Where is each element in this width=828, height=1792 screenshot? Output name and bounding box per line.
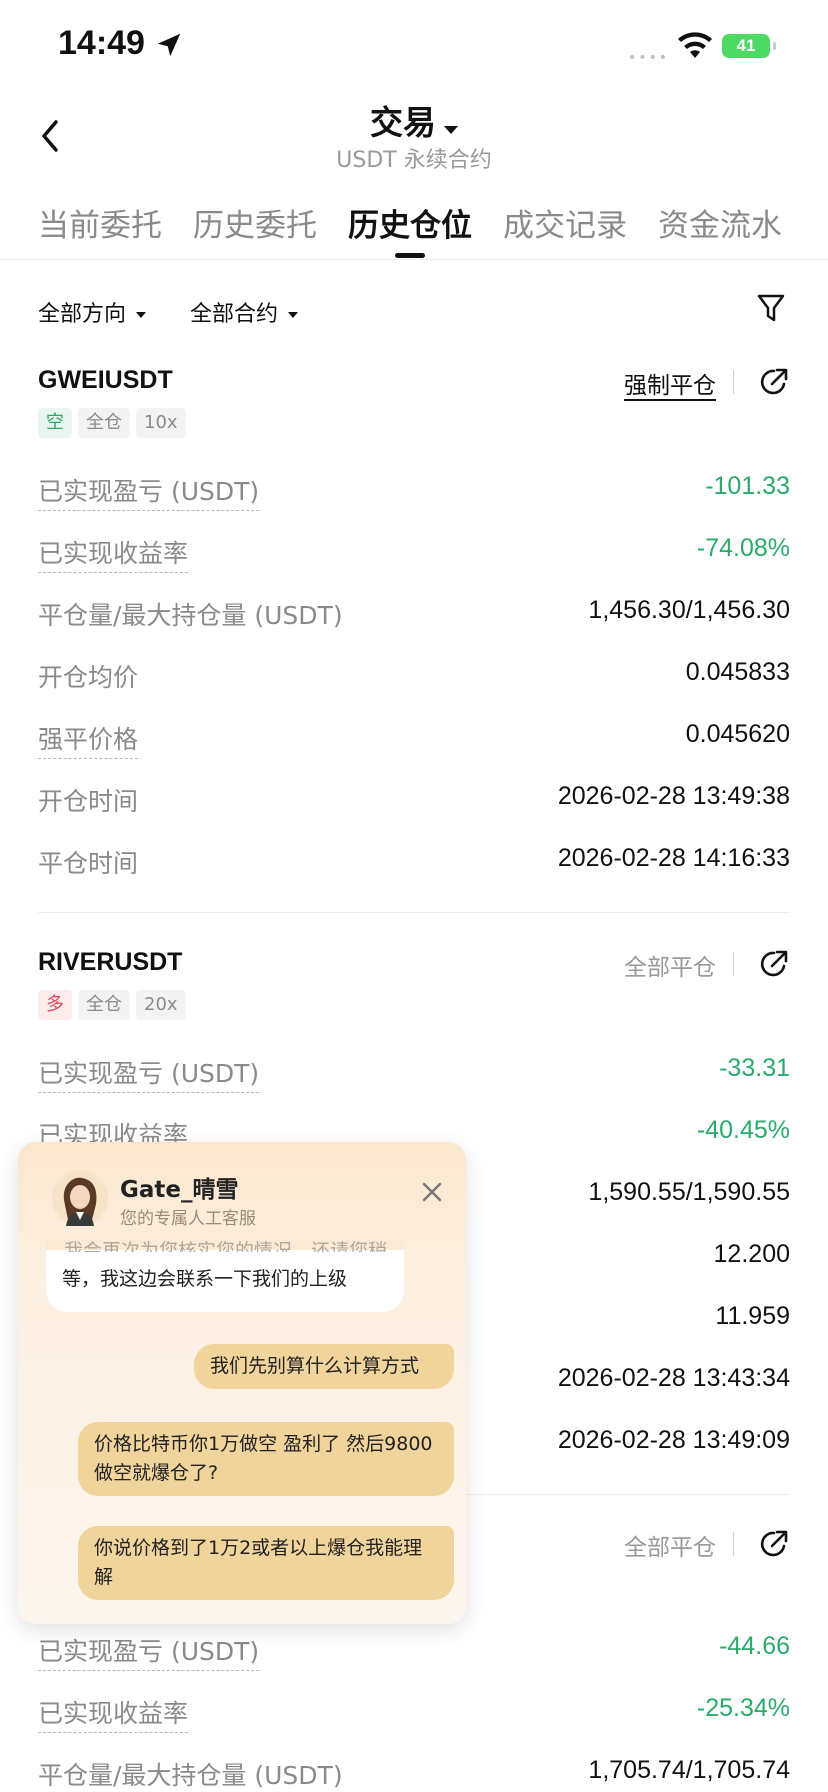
row-label[interactable]: 已实现盈亏 (USDT) bbox=[38, 1632, 260, 1671]
detail-row: 已实现盈亏 (USDT) -44.66 bbox=[0, 1632, 828, 1672]
tab-current-orders[interactable]: 当前委托 bbox=[38, 200, 162, 245]
position-symbol: RIVERUSDT bbox=[38, 948, 183, 976]
direction-filter-label: 全部方向 bbox=[38, 302, 127, 327]
tab-trade-records[interactable]: 成交记录 bbox=[503, 200, 627, 245]
status-time: 14:49 bbox=[58, 24, 145, 62]
detail-row: 已实现盈亏 (USDT) -101.33 bbox=[0, 472, 828, 512]
row-value: -101.33 bbox=[705, 472, 790, 500]
detail-row: 已实现盈亏 (USDT) -33.31 bbox=[0, 1054, 828, 1094]
side-tag: 多 bbox=[38, 990, 72, 1020]
row-label[interactable]: 已实现盈亏 (USDT) bbox=[38, 1054, 260, 1093]
battery-level: 41 bbox=[736, 36, 756, 55]
row-value: 2026-02-28 14:16:33 bbox=[557, 844, 790, 872]
separator bbox=[733, 370, 734, 394]
position-symbol: GWEIUSDT bbox=[38, 366, 173, 394]
row-label[interactable]: 已实现收益率 bbox=[38, 1694, 189, 1733]
row-value: -74.08% bbox=[696, 534, 790, 562]
row-label: 平仓时间 bbox=[38, 849, 139, 878]
active-tab-indicator bbox=[395, 253, 425, 258]
filter-funnel-icon[interactable] bbox=[756, 292, 786, 324]
user-message: 我们先别算什么计算方式 bbox=[194, 1344, 454, 1389]
user-message: 你说价格到了1万2或者以上爆仓我能理解 bbox=[78, 1526, 454, 1600]
wifi-icon bbox=[678, 32, 712, 58]
row-value: 1,456.30/1,456.30 bbox=[588, 596, 790, 624]
caret-down-icon bbox=[136, 312, 147, 318]
location-arrow-icon bbox=[157, 33, 181, 57]
user-message: 价格比特币你1万做空 盈利了 然后9800做空就爆仓了? bbox=[78, 1422, 454, 1496]
row-value: 12.200 bbox=[713, 1240, 790, 1268]
agent-avatar bbox=[52, 1170, 108, 1226]
row-value: -25.34% bbox=[696, 1694, 790, 1722]
row-value: 11.959 bbox=[715, 1302, 790, 1330]
contract-filter[interactable]: 全部合约 bbox=[190, 296, 299, 328]
row-label[interactable]: 已实现盈亏 (USDT) bbox=[38, 472, 260, 511]
separator bbox=[733, 1532, 734, 1556]
margin-mode-tag: 全仓 bbox=[78, 990, 130, 1020]
side-tag: 空 bbox=[38, 408, 72, 438]
agent-message-text: 等，我这边会联系一下我们的上级 bbox=[62, 1268, 348, 1290]
row-value: 2026-02-28 13:49:09 bbox=[557, 1426, 790, 1454]
leverage-tag: 20x bbox=[136, 990, 186, 1020]
detail-row: 平仓时间 2026-02-28 14:16:33 bbox=[0, 844, 828, 884]
row-label: 开仓时间 bbox=[38, 787, 139, 816]
filter-bar: 全部方向 全部合约 bbox=[0, 290, 828, 334]
agent-subtitle: 您的专属人工客服 bbox=[120, 1209, 256, 1229]
detail-row: 平仓量/最大持仓量 (USDT) 1,456.30/1,456.30 bbox=[0, 596, 828, 636]
agent-message: 等，我这边会联系一下我们的上级 bbox=[46, 1242, 404, 1312]
page-subtitle: USDT 永续合约 bbox=[336, 148, 492, 173]
close-type-label: 全部平仓 bbox=[624, 1535, 716, 1561]
row-value: 0.045833 bbox=[685, 658, 790, 686]
page-header: 交易 USDT 永续合约 bbox=[0, 90, 828, 180]
row-value: 1,590.55/1,590.55 bbox=[588, 1178, 790, 1206]
position-tags: 空全仓 10x bbox=[38, 408, 192, 438]
close-icon[interactable] bbox=[420, 1180, 444, 1204]
detail-row: 开仓时间 2026-02-28 13:49:38 bbox=[0, 782, 828, 822]
detail-row: 已实现收益率 -74.08% bbox=[0, 534, 828, 574]
row-value: -40.45% bbox=[696, 1116, 790, 1144]
direction-filter[interactable]: 全部方向 bbox=[38, 296, 147, 328]
title-dropdown[interactable]: 交易 bbox=[0, 96, 828, 144]
tab-fund-flow[interactable]: 资金流水 bbox=[658, 200, 782, 245]
row-value: -44.66 bbox=[719, 1632, 790, 1660]
tab-position-history[interactable]: 历史仓位 bbox=[348, 200, 472, 245]
row-label[interactable]: 强平价格 bbox=[38, 720, 139, 759]
tab-order-history[interactable]: 历史委托 bbox=[193, 200, 317, 245]
margin-mode-tag: 全仓 bbox=[78, 408, 130, 438]
cellular-signal-icon: •••• bbox=[628, 50, 670, 66]
row-value: -33.31 bbox=[719, 1054, 790, 1082]
row-label: 开仓均价 bbox=[38, 663, 139, 692]
page-title: 交易 bbox=[370, 103, 436, 142]
share-icon[interactable] bbox=[758, 1528, 790, 1560]
close-type-label: 全部平仓 bbox=[624, 955, 716, 981]
detail-row: 平仓量/最大持仓量 (USDT) 1,705.74/1,705.74 bbox=[0, 1756, 828, 1792]
support-chat-window[interactable]: Gate_晴雪 您的专属人工客服 等，我这边会联系一下我们的上级 我会再次为您核… bbox=[18, 1142, 466, 1624]
agent-name: Gate_晴雪 bbox=[120, 1177, 239, 1203]
share-icon[interactable] bbox=[758, 948, 790, 980]
row-value: 1,705.74/1,705.74 bbox=[588, 1756, 790, 1784]
battery-icon: 41 bbox=[722, 34, 776, 58]
detail-row: 强平价格 0.045620 bbox=[0, 720, 828, 760]
share-icon[interactable] bbox=[758, 366, 790, 398]
leverage-tag: 10x bbox=[136, 408, 186, 438]
separator bbox=[733, 952, 734, 976]
close-type-label[interactable]: 强制平仓 bbox=[624, 366, 716, 400]
row-value: 2026-02-28 13:49:38 bbox=[557, 782, 790, 810]
contract-filter-label: 全部合约 bbox=[190, 302, 279, 327]
status-bar: 14:49 •••• 41 bbox=[0, 0, 828, 90]
row-label: 平仓量/最大持仓量 (USDT) bbox=[38, 1761, 343, 1790]
detail-row: 已实现收益率 -25.34% bbox=[0, 1694, 828, 1734]
row-label: 平仓量/最大持仓量 (USDT) bbox=[38, 601, 343, 630]
agent-message-ghost: 我会再次为您核实您的情况，还请您稍 bbox=[64, 1240, 388, 1252]
detail-row: 开仓均价 0.045833 bbox=[0, 658, 828, 698]
caret-down-icon bbox=[444, 125, 458, 134]
row-value: 2026-02-28 13:43:34 bbox=[557, 1364, 790, 1392]
caret-down-icon bbox=[288, 312, 299, 318]
card-divider bbox=[38, 912, 790, 913]
row-label[interactable]: 已实现收益率 bbox=[38, 534, 189, 573]
position-tags: 多全仓 20x bbox=[38, 990, 192, 1020]
row-value: 0.045620 bbox=[685, 720, 790, 748]
tab-bar: 当前委托 历史委托 历史仓位 成交记录 资金流水 bbox=[0, 188, 828, 260]
